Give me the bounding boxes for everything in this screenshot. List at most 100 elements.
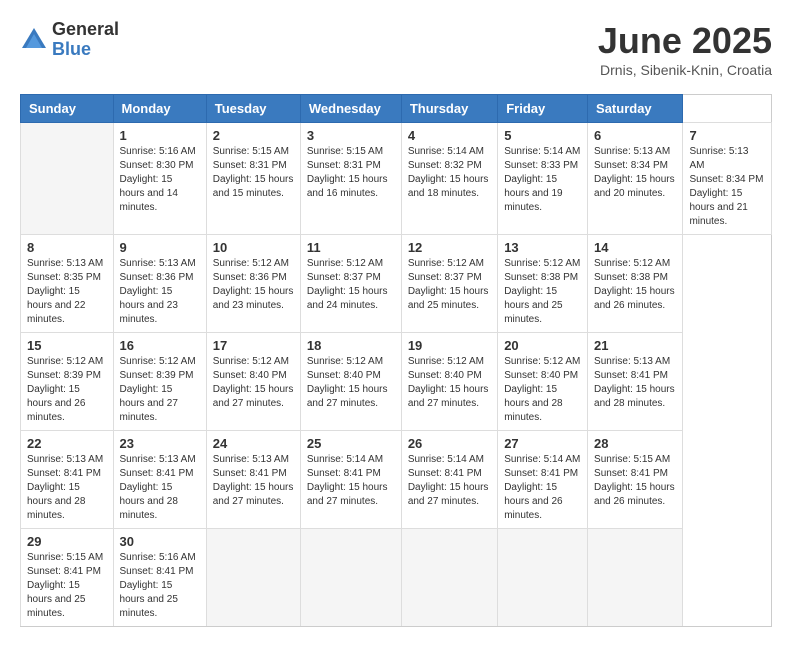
- sunset-text: Sunset: 8:38 PM: [594, 272, 668, 283]
- sunrise-text: Sunrise: 5:12 AM: [213, 356, 289, 367]
- daylight-text: Daylight: 15 hours and 18 minutes.: [408, 174, 489, 199]
- calendar-cell: 16Sunrise: 5:12 AMSunset: 8:39 PMDayligh…: [113, 333, 206, 431]
- calendar-cell: 9 Sunrise: 5:13 AM Sunset: 8:36 PM Daylight…: [113, 235, 206, 333]
- sunrise-text: Sunrise: 5:13 AM: [27, 454, 103, 465]
- day-number: 4: [408, 128, 491, 143]
- day-info: Sunrise: 5:13 AMSunset: 8:35 PMDaylight:…: [27, 257, 107, 327]
- day-number: 8: [27, 240, 107, 255]
- day-number: 23: [120, 436, 200, 451]
- sunset-text: Sunset: 8:41 PM: [408, 468, 482, 479]
- day-number: 1: [120, 128, 200, 143]
- day-number: 9: [120, 240, 200, 255]
- calendar-cell: 23Sunrise: 5:13 AMSunset: 8:41 PMDayligh…: [113, 431, 206, 529]
- calendar-cell: 8 Sunrise: 5:13 AMSunset: 8:35 PMDaylight…: [21, 235, 114, 333]
- calendar-cell: 19Sunrise: 5:12 AMSunset: 8:40 PMDayligh…: [401, 333, 497, 431]
- day-info: Sunrise: 5:12 AMSunset: 8:36 PMDaylight:…: [213, 257, 294, 313]
- sunrise-text: Sunrise: 5:15 AM: [307, 146, 383, 157]
- calendar-cell: 21Sunrise: 5:13 AMSunset: 8:41 PMDayligh…: [588, 333, 683, 431]
- day-number: 3: [307, 128, 395, 143]
- calendar-cell: 13Sunrise: 5:12 AMSunset: 8:38 PMDayligh…: [498, 235, 588, 333]
- sunset-text: Sunset: 8:33 PM: [504, 160, 578, 171]
- day-number: 6: [594, 128, 676, 143]
- sunrise-text: Sunrise: 5:14 AM: [408, 454, 484, 465]
- sunset-text: Sunset: 8:40 PM: [307, 370, 381, 381]
- sunset-text: Sunset: 8:41 PM: [27, 566, 101, 577]
- day-number: 2: [213, 128, 294, 143]
- sunset-text: Sunset: 8:31 PM: [307, 160, 381, 171]
- sunset-text: Sunset: 8:39 PM: [120, 370, 194, 381]
- daylight-text: Daylight: 15 hours and 16 minutes.: [307, 174, 388, 199]
- day-info: Sunrise: 5:15 AM Sunset: 8:31 PM Daylight:…: [307, 145, 395, 201]
- day-number: 26: [408, 436, 491, 451]
- day-number: 7: [689, 128, 765, 143]
- day-number: 13: [504, 240, 581, 255]
- week-row-3: 15Sunrise: 5:12 AMSunset: 8:39 PMDayligh…: [21, 333, 772, 431]
- day-info: Sunrise: 5:16 AMSunset: 8:41 PMDaylight:…: [120, 551, 200, 621]
- day-number: 25: [307, 436, 395, 451]
- day-number: 19: [408, 338, 491, 353]
- day-info: Sunrise: 5:12 AMSunset: 8:40 PMDaylight:…: [504, 355, 581, 425]
- sunrise-text: Sunrise: 5:13 AM: [27, 258, 103, 269]
- calendar-cell: 25 Sunrise: 5:14 AMSunset: 8:41 PMDayligh…: [300, 431, 401, 529]
- daylight-text: Daylight: 15 hours and 23 minutes.: [120, 286, 178, 325]
- sunrise-text: Sunrise: 5:12 AM: [120, 356, 196, 367]
- sunrise-text: Sunrise: 5:13 AM: [120, 258, 196, 269]
- day-info: Sunrise: 5:13 AMSunset: 8:34 PMDaylight:…: [594, 145, 676, 201]
- header-tuesday: Tuesday: [206, 95, 300, 123]
- calendar-cell: 6Sunrise: 5:13 AMSunset: 8:34 PMDaylight…: [588, 123, 683, 235]
- logo-blue-text: Blue: [52, 40, 119, 60]
- calendar-cell: 26Sunrise: 5:14 AMSunset: 8:41 PMDayligh…: [401, 431, 497, 529]
- calendar-cell: 27Sunrise: 5:14 AMSunset: 8:41 PMDayligh…: [498, 431, 588, 529]
- daylight-text: Daylight: 15 hours and 25 minutes.: [504, 286, 562, 325]
- day-info: Sunrise: 5:16 AMSunset: 8:30 PMDaylight:…: [120, 145, 200, 215]
- sunset-text: Sunset: 8:34 PM: [594, 160, 668, 171]
- day-number: 11: [307, 240, 395, 255]
- day-number: 10: [213, 240, 294, 255]
- sunset-text: Sunset: 8:41 PM: [307, 468, 381, 479]
- logo-text: General Blue: [52, 20, 119, 60]
- calendar-cell: 1 Sunrise: 5:16 AMSunset: 8:30 PMDaylight…: [113, 123, 206, 235]
- sunset-text: Sunset: 8:41 PM: [27, 468, 101, 479]
- daylight-text: Daylight: 15 hours and 27 minutes.: [213, 482, 294, 507]
- day-number: 21: [594, 338, 676, 353]
- daylight-text: Daylight: 15 hours and 26 minutes.: [594, 286, 675, 311]
- sunset-text: Sunset: 8:39 PM: [27, 370, 101, 381]
- sunset-text: Sunset: 8:41 PM: [213, 468, 287, 479]
- daylight-text: Daylight: 15 hours and 25 minutes.: [408, 286, 489, 311]
- day-info: Sunrise: 5:13 AM Sunset: 8:36 PM Daylight:…: [120, 257, 200, 327]
- sunset-text: Sunset: 8:36 PM: [120, 272, 194, 283]
- day-info: Sunrise: 5:14 AMSunset: 8:41 PMDaylight:…: [307, 453, 395, 509]
- calendar-table: SundayMondayTuesdayWednesdayThursdayFrid…: [20, 94, 772, 627]
- sunrise-text: Sunrise: 5:15 AM: [594, 454, 670, 465]
- sunrise-text: Sunrise: 5:12 AM: [408, 258, 484, 269]
- header-thursday: Thursday: [401, 95, 497, 123]
- sunset-text: Sunset: 8:34 PM: [689, 174, 763, 185]
- calendar-cell: 10 Sunrise: 5:12 AMSunset: 8:36 PMDayligh…: [206, 235, 300, 333]
- day-number: 17: [213, 338, 294, 353]
- day-info: Sunrise: 5:12 AMSunset: 8:40 PMDaylight:…: [213, 355, 294, 411]
- day-number: 16: [120, 338, 200, 353]
- daylight-text: Daylight: 15 hours and 23 minutes.: [213, 286, 294, 311]
- calendar-cell: 5Sunrise: 5:14 AMSunset: 8:33 PMDaylight…: [498, 123, 588, 235]
- day-number: 30: [120, 534, 200, 549]
- title-block: June 2025 Drnis, Sibenik-Knin, Croatia: [598, 20, 772, 78]
- day-info: Sunrise: 5:14 AMSunset: 8:41 PMDaylight:…: [504, 453, 581, 523]
- week-row-1: 1 Sunrise: 5:16 AMSunset: 8:30 PMDaylight…: [21, 123, 772, 235]
- day-info: Sunrise: 5:12 AMSunset: 8:40 PMDaylight:…: [307, 355, 395, 411]
- calendar-cell: 20Sunrise: 5:12 AMSunset: 8:40 PMDayligh…: [498, 333, 588, 431]
- sunrise-text: Sunrise: 5:12 AM: [27, 356, 103, 367]
- daylight-text: Daylight: 15 hours and 26 minutes.: [504, 482, 562, 521]
- sunrise-text: Sunrise: 5:12 AM: [307, 258, 383, 269]
- day-number: 15: [27, 338, 107, 353]
- sunset-text: Sunset: 8:32 PM: [408, 160, 482, 171]
- header-monday: Monday: [113, 95, 206, 123]
- day-number: 12: [408, 240, 491, 255]
- daylight-text: Daylight: 15 hours and 28 minutes.: [120, 482, 178, 521]
- calendar-cell: 7 Sunrise: 5:13 AMSunset: 8:34 PMDaylight…: [683, 123, 772, 235]
- sunrise-text: Sunrise: 5:12 AM: [307, 356, 383, 367]
- sunrise-text: Sunrise: 5:13 AM: [594, 146, 670, 157]
- sunrise-text: Sunrise: 5:12 AM: [504, 258, 580, 269]
- week-row-2: 8 Sunrise: 5:13 AMSunset: 8:35 PMDaylight…: [21, 235, 772, 333]
- day-info: Sunrise: 5:13 AMSunset: 8:34 PMDaylight:…: [689, 145, 765, 229]
- sunset-text: Sunset: 8:40 PM: [504, 370, 578, 381]
